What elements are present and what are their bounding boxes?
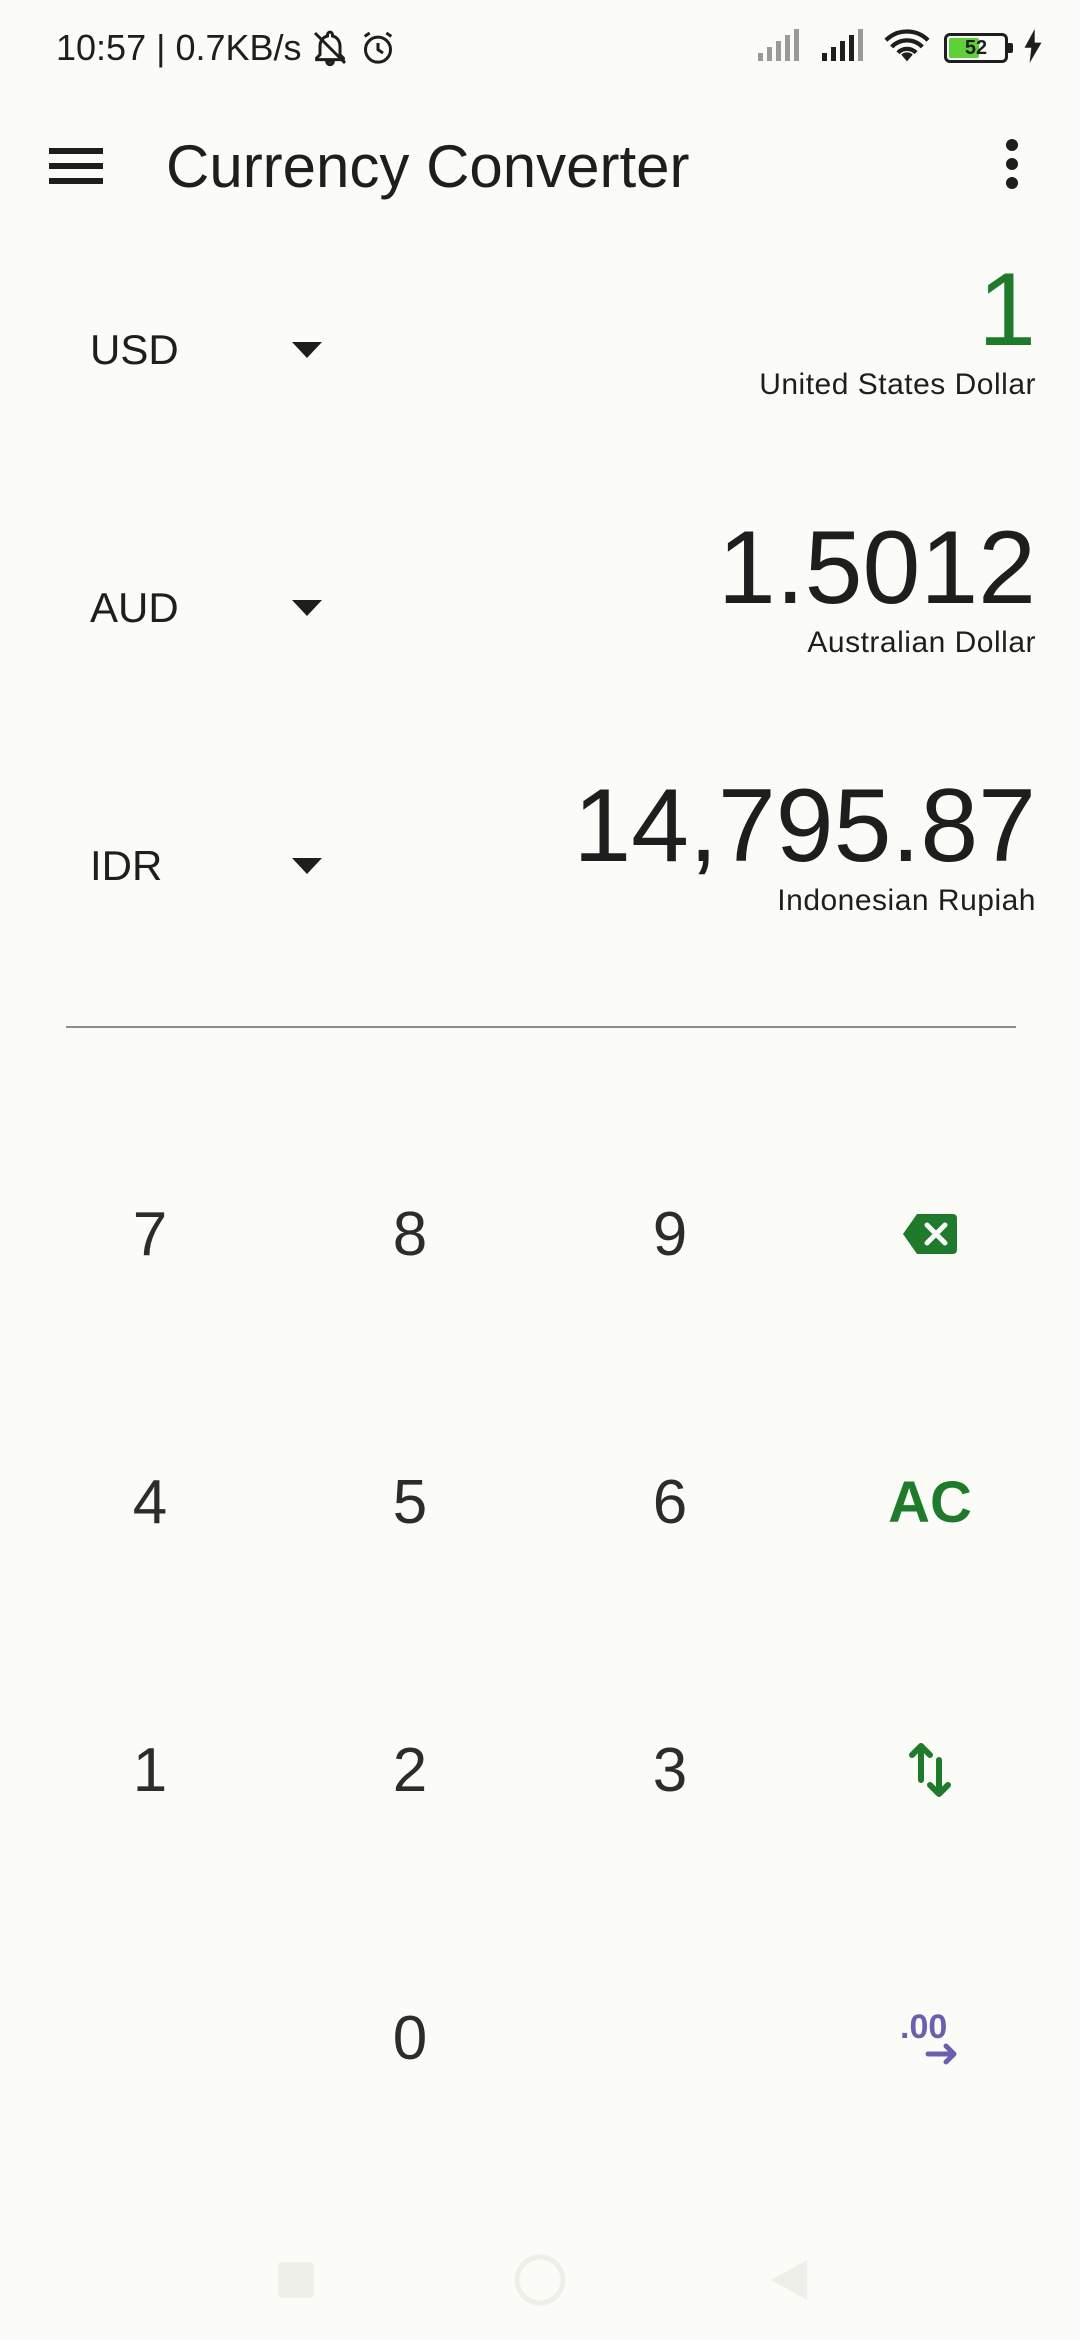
key-1[interactable]: 1 <box>20 1636 280 1904</box>
wifi-icon <box>884 28 930 69</box>
navigation-bar <box>0 2220 1080 2340</box>
battery-nub <box>1008 43 1013 53</box>
divider <box>66 1026 1016 1028</box>
currency-amount[interactable]: 14,795.87 <box>573 766 1036 886</box>
key-4[interactable]: 4 <box>20 1368 280 1636</box>
currency-name: United States Dollar <box>759 368 1036 401</box>
app-title: Currency Converter <box>166 133 690 200</box>
currency-code: USD <box>90 326 179 373</box>
currency-amount[interactable]: 1.5012 <box>718 508 1036 628</box>
currency-code: IDR <box>90 842 163 889</box>
decimal-button[interactable]: .00 <box>800 1904 1060 2172</box>
currency-name: Indonesian Rupiah <box>777 884 1036 917</box>
key-7[interactable]: 7 <box>20 1100 280 1368</box>
hamburger-menu-icon <box>49 148 103 184</box>
signal-icon <box>820 28 870 68</box>
swap-vert-icon <box>909 1743 951 1797</box>
currency-row-idr[interactable]: IDR 14,795.87 Indonesian Rupiah <box>0 766 1080 966</box>
dropdown-arrow-icon <box>292 600 322 616</box>
status-left: 10:57 | 0.7KB/s <box>56 24 398 72</box>
currency-select[interactable]: IDR <box>90 826 360 906</box>
currency-row-aud[interactable]: AUD 1.5012 Australian Dollar <box>0 508 1080 708</box>
battery-icon: 52 <box>944 33 1013 63</box>
more-options-button[interactable] <box>980 132 1044 196</box>
recents-button[interactable] <box>266 2250 326 2310</box>
key-3[interactable]: 3 <box>540 1636 800 1904</box>
status-time: 10:57 | 0.7KB/s <box>56 27 302 68</box>
dropdown-arrow-icon <box>292 858 322 874</box>
currency-amount[interactable]: 1 <box>978 250 1036 370</box>
menu-button[interactable] <box>44 138 108 194</box>
currency-select[interactable]: USD <box>90 310 360 390</box>
app-bar: Currency Converter <box>0 96 1080 236</box>
alarm-icon <box>358 28 398 68</box>
key-6[interactable]: 6 <box>540 1368 800 1636</box>
triangle-back-icon <box>771 2260 807 2300</box>
decimal-label: .00 <box>900 2008 947 2046</box>
backspace-icon <box>903 1214 957 1254</box>
key-2[interactable]: 2 <box>280 1636 540 1904</box>
status-right: 52 <box>756 24 1044 72</box>
battery-level: 52 <box>964 36 988 59</box>
clear-button[interactable]: AC <box>800 1368 1060 1636</box>
status-bar: 10:57 | 0.7KB/s 52 <box>0 0 1080 96</box>
key-0[interactable]: 0 <box>280 1904 540 2172</box>
currency-select[interactable]: AUD <box>90 568 360 648</box>
key-5[interactable]: 5 <box>280 1368 540 1636</box>
circle-icon <box>514 2254 566 2306</box>
home-button[interactable] <box>510 2250 570 2310</box>
currency-code: AUD <box>90 584 179 631</box>
swap-button[interactable] <box>800 1636 1060 1904</box>
key-9[interactable]: 9 <box>540 1100 800 1368</box>
key-8[interactable]: 8 <box>280 1100 540 1368</box>
square-icon <box>278 2262 314 2298</box>
dropdown-arrow-icon <box>292 342 322 358</box>
signal-icon <box>756 28 806 68</box>
decimal-increase-icon: .00 <box>900 2008 957 2065</box>
more-vert-icon <box>1006 139 1018 189</box>
currency-row-usd[interactable]: USD 1 United States Dollar <box>0 250 1080 450</box>
backspace-button[interactable] <box>800 1100 1060 1368</box>
charging-icon <box>1022 28 1044 68</box>
currency-name: Australian Dollar <box>807 626 1036 659</box>
back-button[interactable] <box>758 2250 818 2310</box>
mute-bell-icon <box>310 28 350 68</box>
